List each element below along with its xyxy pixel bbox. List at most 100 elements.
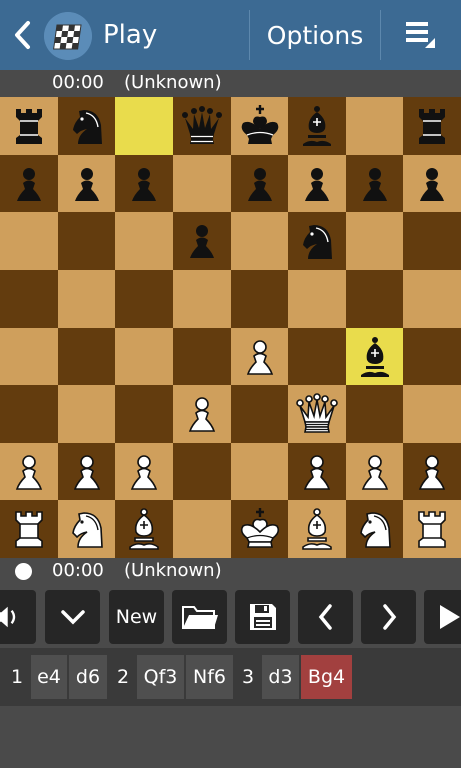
square-e7[interactable] — [230, 154, 289, 213]
square-a6[interactable] — [0, 212, 58, 270]
speaker-icon — [0, 606, 16, 628]
square-e1[interactable] — [230, 500, 289, 558]
square-g8[interactable] — [345, 97, 404, 155]
square-c2[interactable] — [115, 442, 173, 501]
square-f7[interactable] — [288, 154, 346, 213]
dropdown-button[interactable] — [45, 590, 100, 644]
square-f8[interactable] — [288, 97, 346, 155]
top-player-name: (Unknown) — [124, 72, 222, 93]
empty-area — [0, 706, 461, 768]
folder-icon — [181, 606, 218, 629]
previous-move-button[interactable] — [298, 590, 353, 644]
square-a4[interactable] — [0, 327, 58, 386]
square-d3[interactable] — [172, 385, 231, 443]
square-g7[interactable] — [345, 154, 404, 213]
square-h8[interactable] — [403, 97, 461, 155]
square-c4[interactable] — [115, 327, 173, 386]
square-e2[interactable] — [230, 442, 289, 501]
square-a1[interactable] — [0, 500, 58, 558]
bottom-player-bar: 00:00 (Unknown) — [0, 558, 461, 585]
square-e8[interactable] — [230, 97, 289, 155]
square-b2[interactable] — [57, 442, 116, 501]
current-move-item[interactable]: Bg4 — [301, 655, 352, 699]
sound-button[interactable] — [0, 590, 36, 644]
square-h1[interactable] — [403, 500, 461, 558]
move-item[interactable]: e4 — [31, 655, 67, 699]
options-button[interactable]: Options — [251, 10, 379, 60]
bottom-player-name: (Unknown) — [124, 560, 222, 581]
turn-indicator — [15, 563, 32, 580]
square-f1[interactable] — [288, 500, 346, 558]
square-h7[interactable] — [403, 154, 461, 213]
bottom-player-clock: 00:00 — [52, 560, 104, 581]
save-game-button[interactable] — [235, 590, 290, 644]
square-a8[interactable] — [0, 97, 58, 155]
square-c5[interactable] — [115, 269, 173, 328]
back-button[interactable] — [10, 20, 34, 50]
square-a7[interactable] — [0, 154, 58, 213]
square-e4[interactable] — [230, 327, 289, 386]
square-b7[interactable] — [57, 154, 116, 213]
chevron-left-icon — [318, 604, 332, 630]
square-g3[interactable] — [345, 385, 404, 443]
square-d6[interactable] — [172, 212, 231, 270]
square-f3[interactable] — [288, 385, 346, 443]
square-c3[interactable] — [115, 385, 173, 443]
square-h6[interactable] — [403, 212, 461, 270]
square-b8[interactable] — [57, 97, 116, 155]
game-toolbar: New — [0, 586, 461, 648]
square-b5[interactable] — [57, 269, 116, 328]
move-item[interactable]: d6 — [69, 655, 107, 699]
square-g4[interactable] — [345, 327, 404, 386]
square-b6[interactable] — [57, 212, 116, 270]
square-h4[interactable] — [403, 327, 461, 386]
move-list: 1 e4 d6 2 Qf3 Nf6 3 d3 Bg4 — [0, 648, 461, 706]
chessboard-logo-icon[interactable] — [44, 12, 92, 60]
square-d4[interactable] — [172, 327, 231, 386]
move-item[interactable]: d3 — [262, 655, 299, 699]
chess-board[interactable] — [0, 97, 461, 558]
square-e5[interactable] — [230, 269, 289, 328]
square-d8[interactable] — [172, 97, 231, 155]
new-game-button[interactable]: New — [109, 590, 164, 644]
square-b4[interactable] — [57, 327, 116, 386]
square-c8[interactable] — [115, 97, 173, 155]
next-move-button[interactable] — [361, 590, 416, 644]
square-c6[interactable] — [115, 212, 173, 270]
square-e6[interactable] — [230, 212, 289, 270]
square-b3[interactable] — [57, 385, 116, 443]
square-d7[interactable] — [172, 154, 231, 213]
square-c7[interactable] — [115, 154, 173, 213]
move-number: 3 — [242, 666, 255, 688]
square-d5[interactable] — [172, 269, 231, 328]
square-f2[interactable] — [288, 442, 346, 501]
square-g1[interactable] — [345, 500, 404, 558]
square-f5[interactable] — [288, 269, 346, 328]
move-item[interactable]: Nf6 — [186, 655, 233, 699]
square-f6[interactable] — [288, 212, 346, 270]
square-h2[interactable] — [403, 442, 461, 501]
square-a5[interactable] — [0, 269, 58, 328]
play-button[interactable] — [424, 590, 461, 644]
square-g6[interactable] — [345, 212, 404, 270]
overflow-menu-button[interactable] — [381, 10, 461, 60]
chevron-down-icon — [60, 610, 85, 625]
top-player-bar: 00:00 (Unknown) — [0, 70, 461, 97]
move-item[interactable]: Qf3 — [137, 655, 184, 699]
square-d1[interactable] — [172, 500, 231, 558]
open-game-button[interactable] — [172, 590, 227, 644]
square-a3[interactable] — [0, 385, 58, 443]
square-a2[interactable] — [0, 442, 58, 501]
square-c1[interactable] — [115, 500, 173, 558]
square-g5[interactable] — [345, 269, 404, 328]
square-h5[interactable] — [403, 269, 461, 328]
top-player-clock: 00:00 — [52, 72, 104, 93]
square-d2[interactable] — [172, 442, 231, 501]
square-g2[interactable] — [345, 442, 404, 501]
square-f4[interactable] — [288, 327, 346, 386]
square-e3[interactable] — [230, 385, 289, 443]
overflow-menu-icon — [406, 22, 435, 48]
square-b1[interactable] — [57, 500, 116, 558]
play-icon — [440, 605, 460, 629]
square-h3[interactable] — [403, 385, 461, 443]
